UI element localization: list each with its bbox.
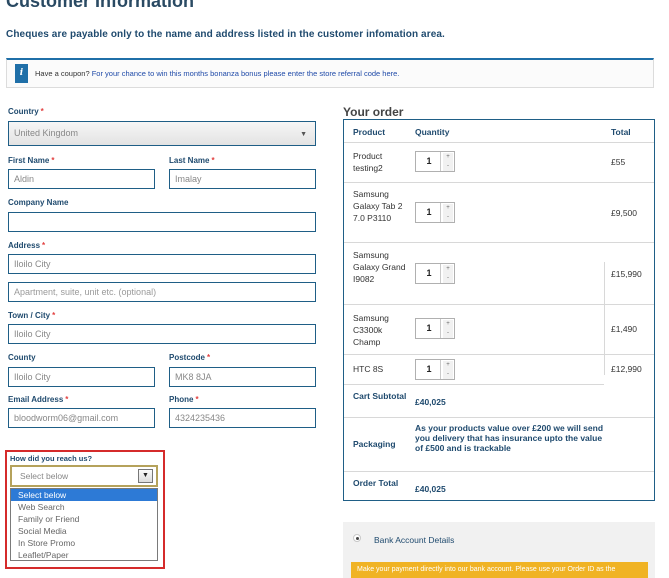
order-item-name: HTC 8S <box>353 364 384 374</box>
order-total-label: Order Total <box>353 478 399 488</box>
phone-field[interactable]: 4324235436 <box>169 408 316 428</box>
decrement-button[interactable]: - <box>443 329 453 338</box>
column-quantity: Quantity <box>415 127 450 137</box>
company-name-field[interactable] <box>8 212 316 232</box>
cheques-note: Cheques are payable only to the name and… <box>6 29 445 40</box>
payment-box: Bank Account Details Make your payment d… <box>343 522 655 578</box>
dropdown-arrow-icon[interactable]: ▼ <box>138 469 153 483</box>
last-name-field[interactable]: Imalay <box>169 169 316 189</box>
column-total: Total <box>611 127 631 137</box>
county-label: County <box>8 353 36 362</box>
column-divider <box>604 262 605 375</box>
row-divider <box>344 304 654 305</box>
country-value: United Kingdom <box>14 128 79 138</box>
increment-button[interactable]: + <box>443 265 453 274</box>
column-product: Product <box>353 127 386 137</box>
reach-option-web-search[interactable]: Web Search <box>11 501 157 513</box>
quantity-stepper[interactable]: 1 + - <box>415 318 455 339</box>
coupon-text: Have a coupon? For your chance to win th… <box>35 69 399 78</box>
row-divider <box>344 417 654 418</box>
reach-option-select-below[interactable]: Select below <box>11 489 157 501</box>
reach-option-social-media[interactable]: Social Media <box>11 525 157 537</box>
quantity-value[interactable]: 1 <box>418 319 441 338</box>
row-divider <box>344 142 654 143</box>
increment-button[interactable]: + <box>443 320 453 329</box>
reach-us-selected: Select below <box>20 471 69 481</box>
reach-us-label: How did you reach us? <box>10 454 93 463</box>
order-item-total: £55 <box>611 157 626 167</box>
increment-button[interactable]: + <box>443 153 453 162</box>
quantity-value[interactable]: 1 <box>418 360 441 379</box>
last-name-label: Last Name * <box>169 156 215 165</box>
increment-button[interactable]: + <box>443 361 453 370</box>
row-divider <box>344 182 654 183</box>
reach-option-leaflet-paper[interactable]: Leaflet/Paper <box>11 549 157 561</box>
county-field[interactable]: Iloilo City <box>8 367 155 387</box>
payment-note: Make your payment directly into our bank… <box>351 562 648 578</box>
order-item-total: £1,490 <box>611 324 637 334</box>
cart-subtotal-value: £40,025 <box>415 397 446 407</box>
row-divider <box>344 242 654 243</box>
reach-us-select[interactable]: Select below ▼ <box>10 465 158 487</box>
bank-account-radio[interactable] <box>353 534 361 542</box>
cart-subtotal-label: Cart Subtotal <box>353 391 407 401</box>
quantity-stepper[interactable]: 1 + - <box>415 263 455 284</box>
order-item-total: £15,990 <box>611 269 642 279</box>
increment-button[interactable]: + <box>443 204 453 213</box>
quantity-value[interactable]: 1 <box>418 264 441 283</box>
order-total-value: £40,025 <box>415 484 446 494</box>
decrement-button[interactable]: - <box>443 370 453 379</box>
quantity-stepper[interactable]: 1 + - <box>415 202 455 223</box>
order-item-name: Samsung Galaxy Tab 2 7.0 P3110 <box>353 189 403 223</box>
country-select[interactable]: United Kingdom ▼ <box>8 121 316 146</box>
page-title: Customer Information <box>6 0 195 11</box>
info-icon: i <box>15 64 28 83</box>
company-name-label: Company Name <box>8 198 69 207</box>
order-table: Product Quantity Total Product testing2 … <box>343 119 655 501</box>
packaging-text: As your products value over £200 we will… <box>415 423 604 453</box>
reach-option-family-friend[interactable]: Family or Friend <box>11 513 157 525</box>
decrement-button[interactable]: - <box>443 274 453 283</box>
postcode-label: Postcode * <box>169 353 211 362</box>
first-name-field[interactable]: Aldin <box>8 169 155 189</box>
postcode-field[interactable]: MK8 8JA <box>169 367 316 387</box>
row-divider <box>344 471 654 472</box>
caret-down-icon: ▼ <box>300 131 307 138</box>
order-item-total: £9,500 <box>611 208 637 218</box>
reach-option-in-store-promo[interactable]: In Store Promo <box>11 537 157 549</box>
order-item-name: Samsung Galaxy Grand I9082 <box>353 250 406 284</box>
coupon-link[interactable]: For your chance to win this months bonan… <box>92 69 400 78</box>
quantity-value[interactable]: 1 <box>418 203 441 222</box>
first-name-label: First Name * <box>8 156 55 165</box>
order-item-name: Product testing2 <box>353 151 383 173</box>
email-label: Email Address * <box>8 395 69 404</box>
row-divider <box>344 354 654 355</box>
town-field[interactable]: Iloilo City <box>8 324 316 344</box>
town-label: Town / City * <box>8 311 56 320</box>
country-label: Country * <box>8 107 44 116</box>
quantity-value[interactable]: 1 <box>418 152 441 171</box>
address-line2-field[interactable]: Apartment, suite, unit etc. (optional) <box>8 282 316 302</box>
quantity-stepper[interactable]: 1 + - <box>415 359 455 380</box>
coupon-bar: i Have a coupon? For your chance to win … <box>6 58 654 88</box>
row-divider <box>344 384 604 385</box>
address-line1-field[interactable]: Iloilo City <box>8 254 316 274</box>
coupon-prefix: Have a coupon? <box>35 69 90 78</box>
decrement-button[interactable]: - <box>443 162 453 171</box>
quantity-stepper[interactable]: 1 + - <box>415 151 455 172</box>
order-item-name: Samsung C3300k Champ <box>353 313 389 347</box>
packaging-label: Packaging <box>353 439 396 449</box>
address-label: Address * <box>8 241 46 250</box>
reach-us-options: Select below Web Search Family or Friend… <box>10 488 158 561</box>
bank-account-label[interactable]: Bank Account Details <box>374 535 454 545</box>
phone-label: Phone * <box>169 395 199 404</box>
order-item-total: £12,990 <box>611 364 642 374</box>
order-heading: Your order <box>343 105 404 119</box>
decrement-button[interactable]: - <box>443 213 453 222</box>
email-field[interactable]: bloodworm06@gmail.com <box>8 408 155 428</box>
reach-us-highlight: How did you reach us? Select below ▼ Sel… <box>5 450 165 569</box>
